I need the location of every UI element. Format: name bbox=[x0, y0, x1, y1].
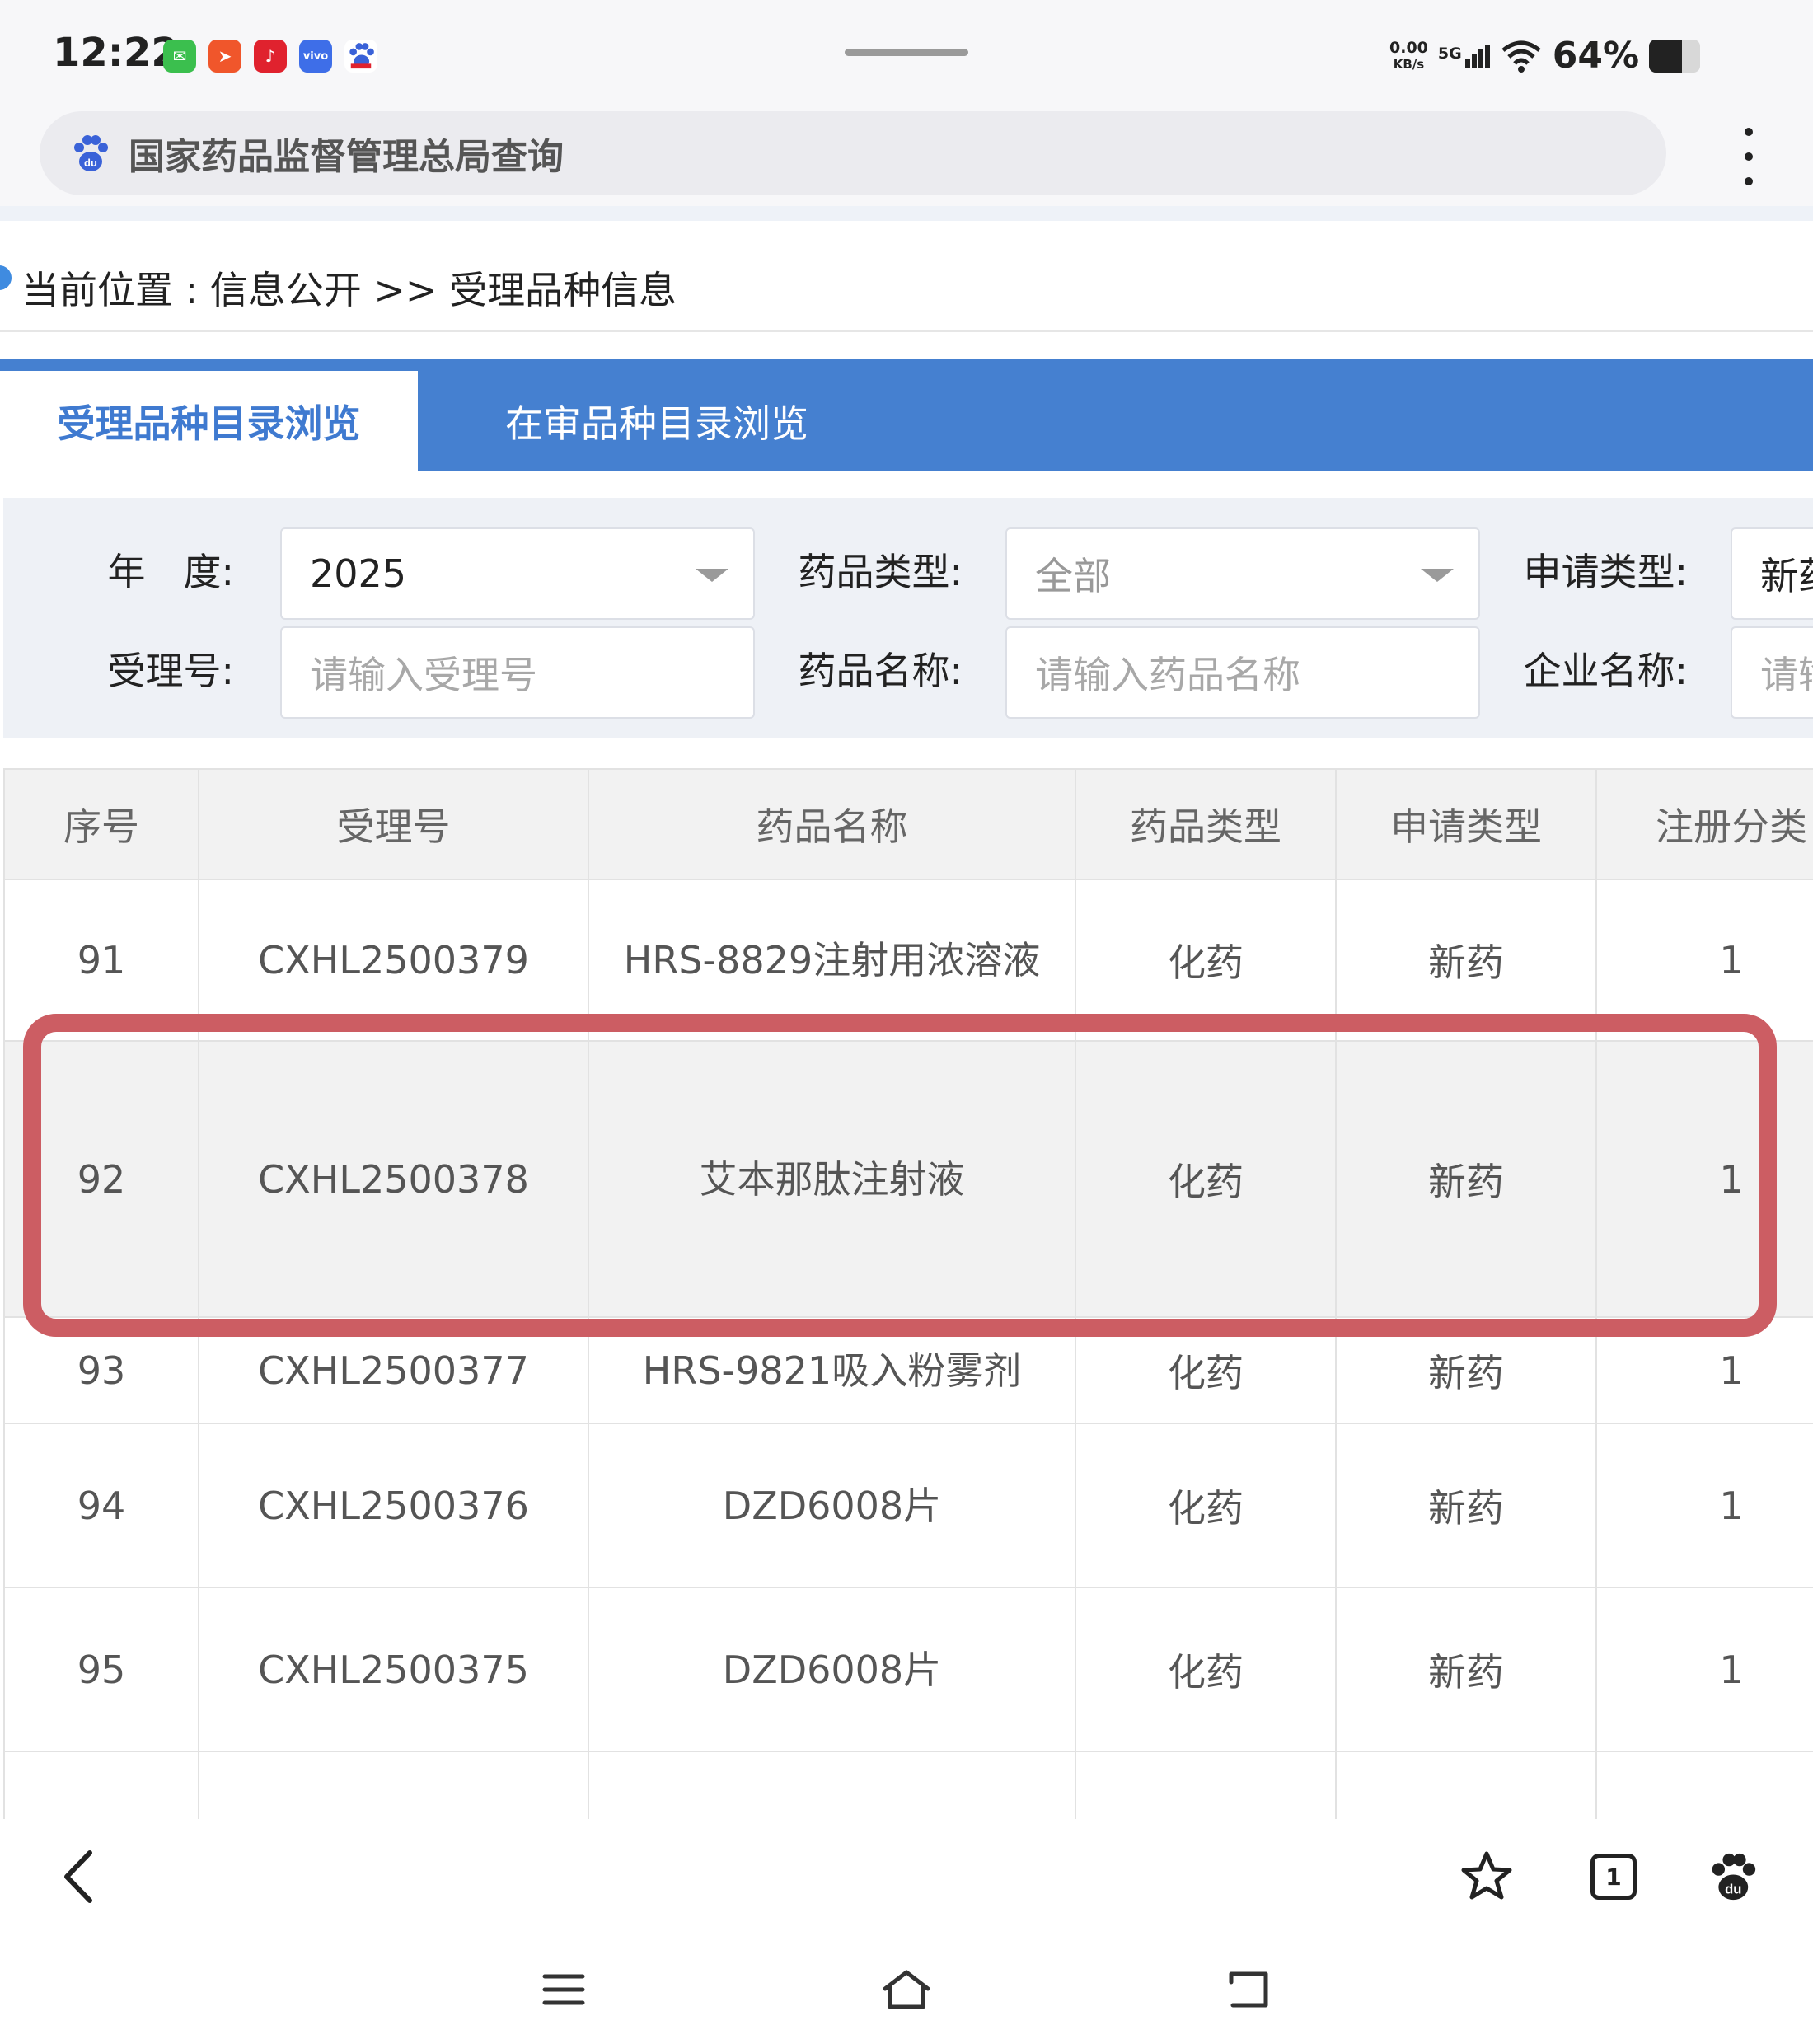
tab-accepted-varieties[interactable]: 受理品种目录浏览 bbox=[0, 371, 418, 471]
more-menu-icon[interactable] bbox=[1731, 128, 1767, 185]
tab-count: 1 bbox=[1590, 1854, 1637, 1900]
page-divider bbox=[0, 206, 1813, 221]
return-icon[interactable] bbox=[1216, 1957, 1282, 2023]
cell-index: 95 bbox=[3, 1587, 199, 1752]
highlight-annotation-box bbox=[23, 1014, 1777, 1337]
accept-no-label: 受理号: bbox=[107, 649, 235, 693]
chevron-down-icon bbox=[1421, 569, 1454, 582]
cell-drug-type: 化药 bbox=[1075, 1587, 1337, 1752]
company-input[interactable]: 请输 bbox=[1731, 626, 1813, 719]
home-icon[interactable] bbox=[874, 1957, 939, 2023]
table-header-row: 序号 受理号 药品名称 药品类型 申请类型 注册分类 bbox=[3, 768, 1813, 880]
cell-reg-class: 1 bbox=[1595, 1587, 1813, 1752]
star-icon[interactable] bbox=[1454, 1844, 1520, 1910]
tab-under-review-varieties[interactable]: 在审品种目录浏览 bbox=[418, 371, 896, 471]
net-speed: 0.00 KB/s bbox=[1389, 40, 1428, 73]
apply-type-value: 新药 bbox=[1760, 554, 1813, 598]
system-nav-bar bbox=[0, 1939, 1813, 2044]
wechat-icon: ✉ bbox=[163, 40, 196, 73]
battery-icon bbox=[1649, 39, 1701, 73]
table-row-partial[interactable] bbox=[3, 1751, 1813, 1819]
tab-bar: 受理品种目录浏览 在审品种目录浏览 bbox=[0, 359, 1813, 471]
back-icon[interactable] bbox=[46, 1844, 112, 1910]
table-row[interactable]: 95 CXHL2500375 DZD6008片 化药 新药 1 bbox=[3, 1587, 1813, 1752]
svg-text:du: du bbox=[84, 157, 97, 169]
status-app-icons: ✉ ➤ ♪ vivo bbox=[163, 40, 377, 73]
cell-signal-icon: 5G bbox=[1437, 44, 1490, 68]
company-placeholder: 请输 bbox=[1760, 653, 1813, 697]
svg-text:du: du bbox=[1725, 1881, 1741, 1896]
cell-drug-type: 化药 bbox=[1075, 1423, 1337, 1588]
drug-type-select[interactable]: 全部 bbox=[1005, 527, 1480, 620]
col-header-accept-no: 受理号 bbox=[198, 768, 589, 880]
telegram-like-icon: ➤ bbox=[208, 40, 241, 73]
cell-index: 94 bbox=[3, 1423, 199, 1588]
table-row[interactable]: 94 CXHL2500376 DZD6008片 化药 新药 1 bbox=[3, 1423, 1813, 1588]
col-header-reg-class: 注册分类 bbox=[1595, 768, 1813, 880]
accept-no-placeholder: 请输入受理号 bbox=[310, 653, 537, 697]
drug-name-label: 药品名称: bbox=[798, 649, 963, 693]
breadcrumb-text: 当前位置 : 信息公开 >> 受理品种信息 bbox=[21, 268, 677, 312]
cell-drug-name[interactable]: DZD6008片 bbox=[588, 1423, 1076, 1588]
net-speed-unit: KB/s bbox=[1393, 56, 1425, 72]
netease-music-icon: ♪ bbox=[254, 40, 287, 73]
search-bar[interactable]: du 国家药品监督管理总局查询 bbox=[40, 111, 1666, 195]
menu-icon[interactable] bbox=[531, 1957, 597, 2023]
status-bar: 12:22 ✉ ➤ ♪ vivo 0.00 KB/s 5G 64% bbox=[0, 0, 1813, 111]
net-speed-value: 0.00 bbox=[1389, 38, 1428, 57]
status-indicators: 0.00 KB/s 5G 64% bbox=[1389, 35, 1701, 77]
location-dot-icon bbox=[0, 265, 12, 290]
browser-top-bar: du 国家药品监督管理总局查询 bbox=[0, 111, 1813, 206]
browser-bottom-bar: 1 du bbox=[0, 1819, 1813, 1939]
vivo-icon: vivo bbox=[299, 40, 332, 73]
breadcrumb: 当前位置 : 信息公开 >> 受理品种信息 bbox=[0, 221, 1813, 332]
cell-apply-type: 新药 bbox=[1335, 1587, 1597, 1752]
company-label: 企业名称: bbox=[1523, 649, 1689, 693]
wifi-icon bbox=[1501, 40, 1541, 73]
year-label: 年 度: bbox=[107, 550, 235, 594]
cell-apply-type: 新药 bbox=[1335, 1423, 1597, 1588]
status-time: 12:22 bbox=[53, 30, 179, 76]
drug-type-label: 药品类型: bbox=[798, 550, 963, 594]
year-select[interactable]: 2025 bbox=[280, 527, 755, 620]
col-header-drug-type: 药品类型 bbox=[1075, 768, 1337, 880]
cell-reg-class: 1 bbox=[1595, 1423, 1813, 1588]
filter-panel: 年 度: 2025 药品类型: 全部 申请类型: 新药 受理号: 请输入受理号 … bbox=[3, 498, 1813, 738]
col-header-index: 序号 bbox=[3, 768, 199, 880]
battery-level bbox=[1649, 39, 1682, 73]
battery-percent: 64% bbox=[1552, 35, 1640, 77]
accept-no-input[interactable]: 请输入受理号 bbox=[280, 626, 755, 719]
baidu-paw-icon: du bbox=[74, 135, 108, 171]
cell-accept-no[interactable]: CXHL2500375 bbox=[198, 1587, 589, 1752]
multitask-handle[interactable] bbox=[845, 49, 968, 56]
cell-accept-no[interactable]: CXHL2500376 bbox=[198, 1423, 589, 1588]
network-type: 5G bbox=[1437, 44, 1462, 63]
apply-type-select[interactable]: 新药 bbox=[1731, 527, 1813, 620]
search-query-text: 国家药品监督管理总局查询 bbox=[129, 136, 564, 178]
drug-name-placeholder: 请输入药品名称 bbox=[1035, 653, 1300, 697]
drug-name-input[interactable]: 请输入药品名称 bbox=[1005, 626, 1480, 719]
baidu-icon bbox=[344, 40, 377, 73]
chevron-down-icon bbox=[696, 569, 728, 582]
col-header-apply-type: 申请类型 bbox=[1335, 768, 1597, 880]
drug-type-value: 全部 bbox=[1035, 554, 1111, 598]
tabs-icon[interactable]: 1 bbox=[1581, 1844, 1647, 1910]
col-header-drug-name: 药品名称 bbox=[588, 768, 1076, 880]
year-value: 2025 bbox=[310, 551, 407, 596]
apply-type-label: 申请类型: bbox=[1523, 550, 1689, 594]
baidu-paw-icon[interactable]: du bbox=[1699, 1844, 1765, 1910]
cell-drug-name[interactable]: DZD6008片 bbox=[588, 1587, 1076, 1752]
